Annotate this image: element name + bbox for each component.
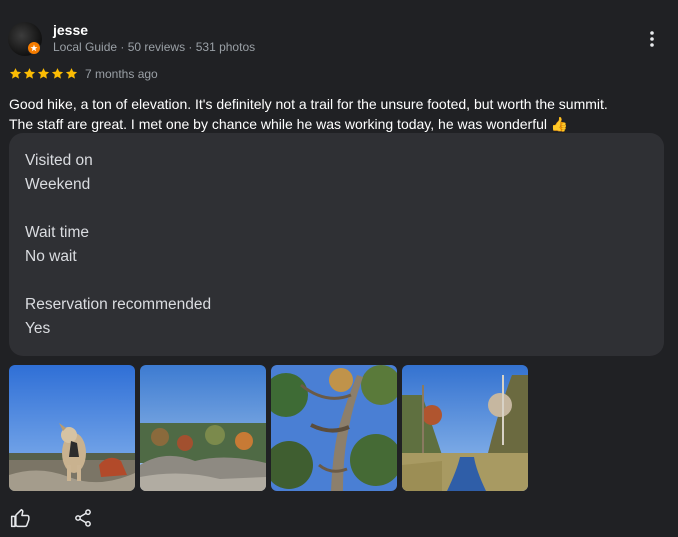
share-icon <box>75 509 91 527</box>
review-text: Good hike, a ton of elevation. It's defi… <box>9 94 664 134</box>
author-name[interactable]: jesse <box>53 22 88 38</box>
detail-value: Weekend <box>25 176 91 193</box>
review-date: 7 months ago <box>85 67 158 81</box>
review-text-line-2: The staff are great. I met one by chance… <box>9 116 569 132</box>
share-button[interactable] <box>73 508 93 528</box>
review-photos <box>9 365 528 491</box>
thumbs-up-icon <box>10 508 30 528</box>
review-text-line-1: Good hike, a ton of elevation. It's defi… <box>9 96 608 112</box>
photo-marsh-stream-icon <box>402 365 528 491</box>
star-icon <box>23 68 36 79</box>
detail-label: Wait time <box>25 224 90 241</box>
detail-label: Reservation recommended <box>25 296 212 313</box>
photo-tree-canopy-icon <box>271 365 397 491</box>
detail-value: Yes <box>25 320 51 337</box>
photo-marsh-stream[interactable] <box>402 365 528 491</box>
author-meta: Local Guide · 50 reviews · 531 photos <box>53 40 256 54</box>
star-icon <box>37 68 50 79</box>
detail-reservation: Reservation recommended Yes <box>25 293 664 341</box>
star-icon <box>65 68 78 79</box>
photo-dog-summit[interactable] <box>9 365 135 491</box>
detail-visited-on: Visited on Weekend <box>25 149 664 197</box>
more-options-button[interactable] <box>640 28 664 50</box>
visit-details-card: Visited on Weekend Wait time No wait Res… <box>9 133 664 356</box>
photo-tree-canopy[interactable] <box>271 365 397 491</box>
star-icon <box>51 68 64 79</box>
photo-overlook-view[interactable] <box>140 365 266 491</box>
like-button[interactable] <box>10 508 30 528</box>
detail-value: No wait <box>25 248 77 265</box>
author-avatar[interactable] <box>8 22 42 56</box>
photo-dog-summit-icon <box>9 365 135 491</box>
detail-wait-time: Wait time No wait <box>25 221 664 269</box>
local-guide-badge-icon <box>27 41 41 55</box>
star-icon <box>9 68 22 79</box>
more-vert-icon <box>650 31 654 47</box>
detail-label: Visited on <box>25 152 93 169</box>
photo-overlook-view-icon <box>140 365 266 491</box>
review-card: jesse Local Guide · 50 reviews · 531 pho… <box>0 0 678 537</box>
star-rating <box>9 67 78 81</box>
